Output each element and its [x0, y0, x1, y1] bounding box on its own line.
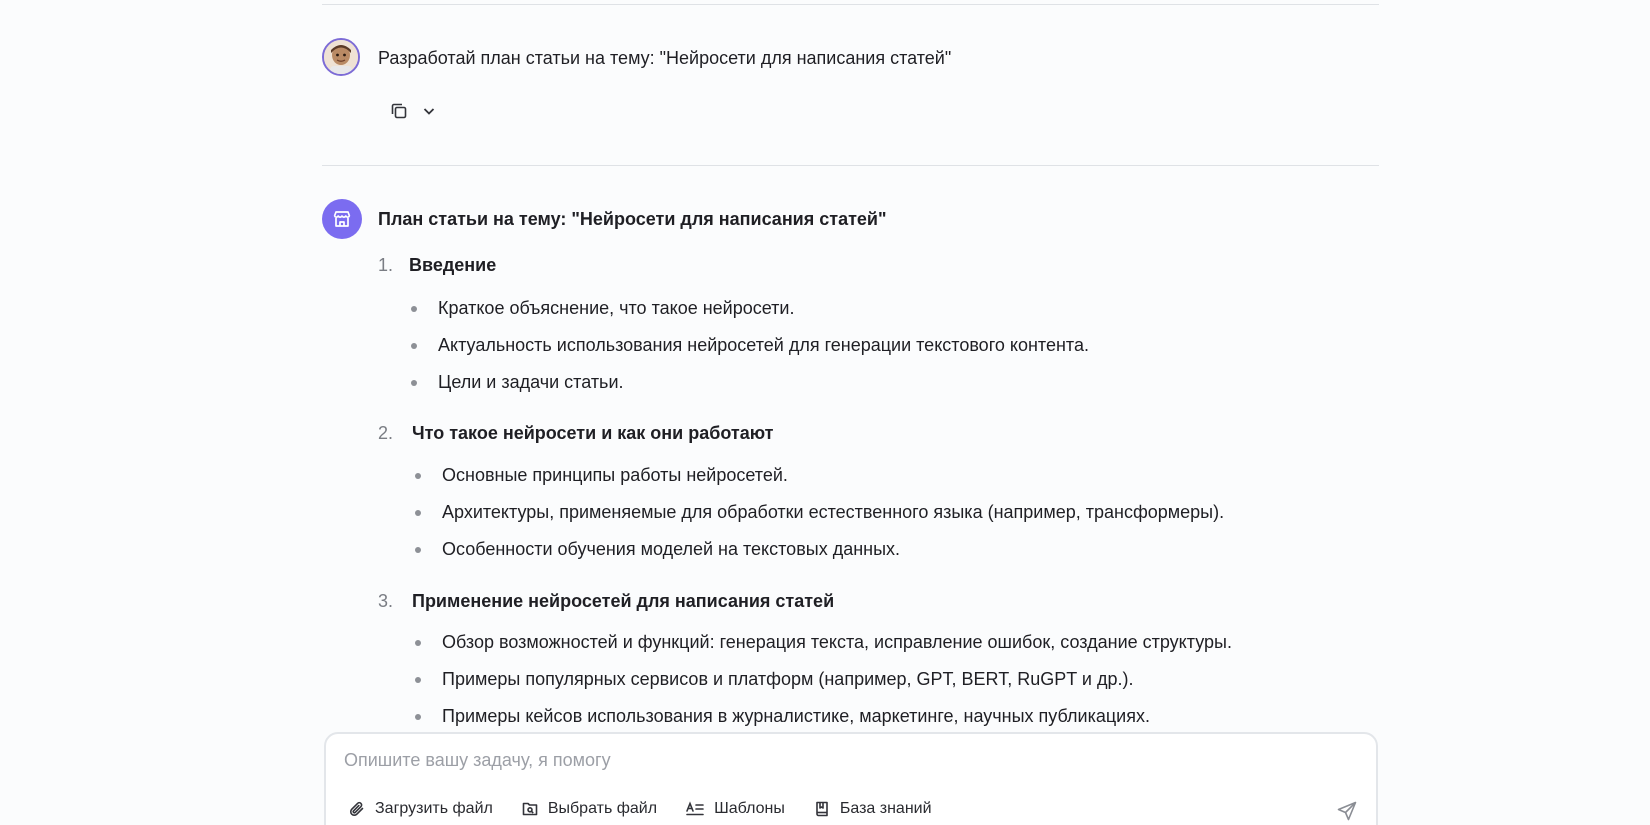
copy-button[interactable] — [388, 100, 410, 122]
user-message-text: Разработай план статьи на тему: "Нейросе… — [378, 48, 952, 68]
section-number: 2. — [378, 423, 394, 443]
composer-toolbar: Загрузить файл Выбрать файл Шаблоны База… — [348, 800, 960, 818]
list-item: Основные принципы работы нейросетей. — [415, 464, 1224, 486]
section-number: 1. — [378, 255, 394, 275]
prompt-input[interactable] — [344, 750, 1244, 771]
store-icon — [333, 211, 351, 227]
list-item: Цели и задачи статьи. — [411, 371, 1089, 393]
paperclip-icon — [349, 801, 364, 817]
section-number: 3. — [378, 591, 394, 611]
send-button[interactable] — [1334, 798, 1360, 824]
upload-file-label: Загрузить файл — [375, 800, 493, 817]
templates-button[interactable]: Шаблоны — [685, 800, 785, 818]
choose-file-button[interactable]: Выбрать файл — [521, 800, 657, 818]
message-divider — [322, 165, 1379, 166]
file-search-icon — [522, 802, 538, 816]
list-item: Архитектуры, применяемые для обработки е… — [415, 501, 1224, 523]
user-avatar — [322, 38, 360, 76]
assistant-avatar — [322, 199, 362, 239]
book-icon — [816, 801, 828, 817]
plan-section-3: 3. Применение нейросетей для написания с… — [378, 590, 1232, 727]
choose-file-label: Выбрать файл — [547, 800, 658, 817]
message-composer: Загрузить файл Выбрать файл Шабл — [324, 732, 1378, 825]
section-title: Что такое нейросети и как они работают — [412, 423, 774, 443]
list-item: Примеры кейсов использования в журналист… — [415, 705, 1232, 727]
list-item: Краткое объяснение, что такое нейросети. — [411, 297, 1089, 319]
list-item: Актуальность использования нейросетей дл… — [411, 334, 1089, 356]
message-actions — [388, 100, 440, 122]
upload-file-button[interactable]: Загрузить файл — [348, 800, 493, 818]
knowledge-base-button[interactable]: База знаний — [813, 800, 932, 818]
expand-button[interactable] — [418, 100, 440, 122]
section-title: Введение — [409, 255, 497, 275]
templates-label: Шаблоны — [714, 800, 785, 817]
send-icon — [1337, 801, 1357, 821]
chevron-down-icon — [423, 108, 435, 115]
plan-section-2: 2. Что такое нейросети и как они работаю… — [378, 422, 1224, 560]
templates-icon — [686, 801, 704, 816]
knowledge-base-label: База знаний — [839, 800, 932, 817]
list-item: Особенности обучения моделей на текстовы… — [415, 538, 1224, 560]
list-item: Примеры популярных сервисов и платформ (… — [415, 668, 1232, 690]
section-title: Применение нейросетей для написания стат… — [412, 591, 835, 611]
copy-icon — [391, 103, 407, 119]
answer-title: План статьи на тему: "Нейросети для напи… — [378, 209, 887, 229]
list-item: Обзор возможностей и функций: генерация … — [415, 631, 1232, 653]
chat-page: Разработай план статьи на тему: "Нейросе… — [0, 0, 1650, 825]
assistant-answer: План статьи на тему: "Нейросети для напи… — [378, 208, 1378, 726]
top-divider — [322, 4, 1379, 5]
plan-section-1: 1. Введение Краткое объяснение, что тако… — [378, 254, 1089, 393]
